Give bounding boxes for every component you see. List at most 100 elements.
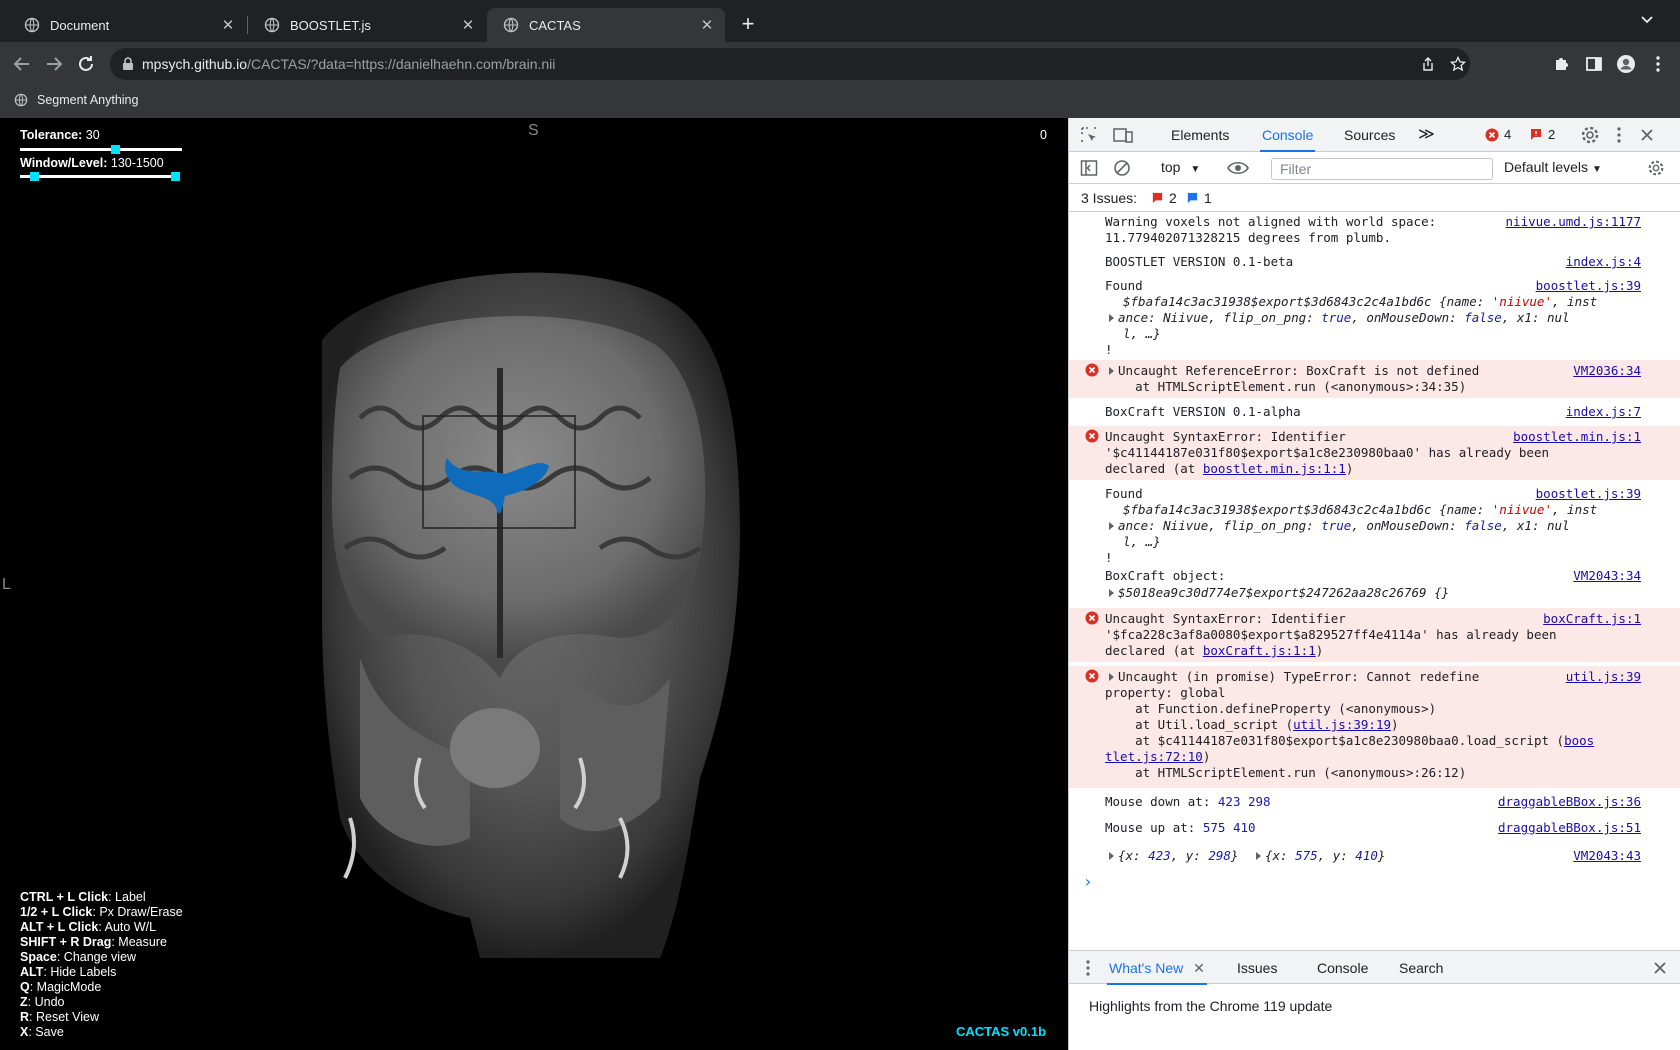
object-expander[interactable]: ance: Niivue, flip_on_png: true, onMouse… (1109, 310, 1570, 327)
close-tab-icon[interactable]: ✕ (458, 16, 478, 34)
message-text: Found (1105, 278, 1143, 293)
context-selector[interactable]: top ▼ (1161, 159, 1200, 175)
niivue-viewer[interactable]: Tolerance: 30 Window/Level: 130-1500 S L… (0, 118, 1068, 1050)
tab-sources[interactable]: Sources (1344, 118, 1395, 152)
drawer-tab-issues[interactable]: Issues (1237, 951, 1277, 985)
close-tab-icon[interactable]: ✕ (218, 16, 238, 34)
tolerance-slider[interactable] (20, 148, 182, 151)
drawer-tab-whats-new[interactable]: What's New ✕ (1107, 951, 1207, 985)
clear-console-icon[interactable] (1113, 159, 1131, 177)
filter-input[interactable]: Filter (1271, 158, 1493, 180)
profile-avatar-icon[interactable] (1616, 54, 1636, 74)
side-panel-icon[interactable] (1584, 54, 1604, 74)
error-text: at $c41144187e031f80$export$a1c8e230980b… (1105, 733, 1595, 748)
tab-console[interactable]: Console (1260, 118, 1316, 152)
object-expander[interactable]: ance: Niivue, flip_on_png: true, onMouse… (1109, 518, 1570, 535)
message-text: Warning voxels not aligned with world sp… (1105, 214, 1437, 229)
source-link[interactable]: index.js:4 (1566, 254, 1641, 271)
help-line: R: Reset View (20, 1010, 99, 1024)
more-tabs-icon[interactable]: ≫ (1418, 118, 1435, 152)
source-link[interactable]: boostlet.js:39 (1536, 486, 1641, 503)
chevron-down-icon[interactable] (1640, 13, 1654, 27)
window-level-min-handle[interactable] (30, 172, 39, 181)
tab-elements[interactable]: Elements (1171, 118, 1229, 152)
close-tab-icon[interactable]: ✕ (697, 16, 717, 34)
error-icon (1085, 611, 1099, 625)
log-levels-dropdown[interactable]: Default levels ▼ (1504, 159, 1602, 175)
console-message: BOOSTLET VERSION 0.1-beta index.js:4 (1069, 254, 1680, 276)
address-bar[interactable]: mpsych.github.io/CACTAS/?data=https://da… (110, 48, 1470, 80)
expand-triangle-icon[interactable] (1109, 589, 1114, 597)
source-link[interactable]: tlet.js:72:10 (1105, 749, 1203, 764)
source-link[interactable]: VM2036:34 (1573, 363, 1641, 380)
tolerance-value: 30 (85, 128, 100, 142)
expand-triangle-icon[interactable] (1109, 522, 1114, 530)
new-tab-button[interactable]: + (736, 12, 760, 36)
tab-cactas[interactable]: CACTAS ✕ (487, 8, 725, 42)
source-link[interactable]: boostlet.min.js:1 (1513, 429, 1641, 446)
share-icon[interactable] (1420, 56, 1436, 72)
error-text[interactable]: Uncaught (in promise) TypeError: Cannot … (1109, 669, 1479, 686)
source-link[interactable]: index.js:7 (1566, 404, 1641, 421)
app-version: CACTAS v0.1b (956, 1024, 1047, 1039)
tab-boostlet[interactable]: BOOSTLET.js ✕ (248, 8, 486, 42)
help-line: Space: Change view (20, 950, 137, 964)
source-link[interactable]: boos (1564, 733, 1594, 748)
browser-chrome: Document ✕ BOOSTLET.js ✕ CACTAS ✕ + mpsy… (0, 0, 1680, 118)
source-link[interactable]: boxCraft.js:1:1 (1203, 643, 1316, 658)
lock-icon[interactable] (122, 57, 134, 71)
source-link[interactable]: util.js:39 (1566, 669, 1641, 686)
forward-icon[interactable] (42, 52, 66, 76)
devtools-menu-icon[interactable] (1614, 126, 1624, 144)
settings-gear-icon[interactable] (1580, 125, 1600, 145)
source-link[interactable]: boxCraft.js:1 (1543, 611, 1641, 628)
bookmark-label: Segment Anything (37, 93, 139, 107)
tab-document[interactable]: Document ✕ (8, 8, 246, 42)
extensions-icon[interactable] (1552, 54, 1572, 74)
error-count-badge[interactable]: 4 (1485, 127, 1511, 142)
drawer-menu-icon[interactable] (1085, 959, 1091, 977)
eye-icon[interactable] (1227, 160, 1249, 176)
expand-triangle-icon[interactable] (1109, 673, 1114, 681)
source-link[interactable]: VM2043:34 (1573, 568, 1641, 585)
error-text[interactable]: Uncaught ReferenceError: BoxCraft is not… (1109, 363, 1479, 380)
error-text: '$fca228c3af8a0080$export$a829527ff4e411… (1105, 627, 1557, 642)
expand-triangle-icon[interactable] (1109, 852, 1114, 860)
close-devtools-icon[interactable] (1640, 128, 1654, 142)
inspect-element-icon[interactable] (1080, 126, 1098, 144)
close-tab-icon[interactable]: ✕ (1193, 960, 1205, 976)
source-link[interactable]: draggableBBox.js:36 (1498, 794, 1641, 811)
issues-bar[interactable]: 3 Issues: 2 1 (1069, 184, 1680, 212)
expand-triangle-icon[interactable] (1255, 852, 1261, 860)
source-link[interactable]: niivue.umd.js:1177 (1506, 214, 1641, 231)
object-expander[interactable]: {x: 423, y: 298} {x: 575, y: 410} (1109, 848, 1385, 865)
source-link[interactable]: draggableBBox.js:51 (1498, 820, 1641, 837)
tolerance-slider-handle[interactable] (111, 145, 120, 154)
browser-menu-icon[interactable] (1648, 54, 1668, 74)
sidebar-toggle-icon[interactable] (1080, 159, 1098, 177)
drawer-tab-console[interactable]: Console (1317, 951, 1368, 985)
device-toolbar-icon[interactable] (1113, 126, 1133, 144)
back-icon[interactable] (10, 52, 34, 76)
error-text: at Util.load_script (util.js:39:19) (1105, 717, 1399, 732)
reload-icon[interactable] (74, 52, 98, 76)
browser-toolbar: mpsych.github.io/CACTAS/?data=https://da… (0, 42, 1680, 86)
close-drawer-icon[interactable] (1653, 961, 1667, 975)
source-link[interactable]: util.js:39:19 (1293, 717, 1391, 732)
error-icon (1085, 363, 1099, 377)
drawer-tab-search[interactable]: Search (1399, 951, 1443, 985)
window-level-slider[interactable] (20, 175, 180, 178)
issue-count-badge[interactable]: 2 (1529, 127, 1555, 142)
window-level-max-handle[interactable] (171, 172, 180, 181)
source-link[interactable]: boostlet.min.js:1:1 (1203, 461, 1346, 476)
expand-triangle-icon[interactable] (1109, 367, 1114, 375)
object-expander[interactable]: $5018ea9c30d774e7$export$247262aa28c2676… (1109, 585, 1449, 602)
console-settings-icon[interactable] (1647, 159, 1665, 177)
console-message: {x: 423, y: 298} {x: 575, y: 410} VM2043… (1069, 846, 1680, 868)
expand-triangle-icon[interactable] (1109, 314, 1114, 322)
source-link[interactable]: VM2043:43 (1573, 848, 1641, 865)
source-link[interactable]: boostlet.js:39 (1536, 278, 1641, 295)
star-icon[interactable] (1450, 56, 1466, 72)
bookmark-segment-anything[interactable]: Segment Anything (14, 93, 138, 107)
console-prompt[interactable]: › (1069, 872, 1680, 894)
